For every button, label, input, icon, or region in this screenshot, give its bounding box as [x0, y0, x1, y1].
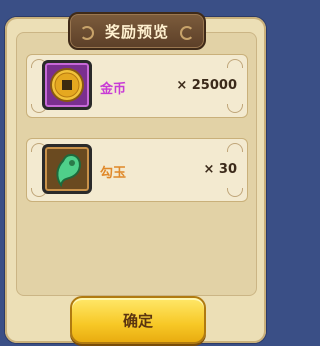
title-banner: 奖励预览 [68, 12, 206, 50]
confirm-button[interactable]: 确定 [70, 296, 206, 344]
reward-count: × 25000 [176, 78, 237, 93]
jade-magatama-icon [56, 153, 81, 188]
scroll-ornament-icon [180, 26, 194, 40]
jade-magatama-icon[interactable] [42, 144, 92, 194]
card-ornament [227, 143, 243, 152]
confirm-button-label: 确定 [122, 312, 153, 330]
reward-name: 金币 [100, 82, 127, 97]
reward-name: 勾玉 [100, 166, 127, 181]
reward-count: × 30 [203, 162, 237, 177]
card-ornament [227, 188, 243, 197]
gold-coin-icon [50, 68, 84, 102]
gold-coin-icon[interactable] [42, 60, 92, 110]
card-ornament [227, 104, 243, 113]
card-ornament [227, 59, 243, 68]
